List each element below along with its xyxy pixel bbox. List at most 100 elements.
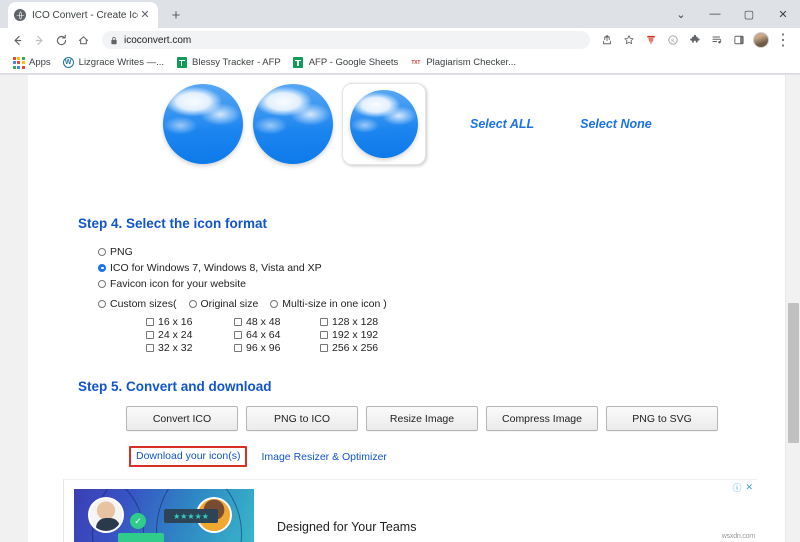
size-checkbox-96[interactable]: 96 x 96 — [234, 341, 320, 354]
url-text: icoconvert.com — [124, 34, 192, 46]
menu-icon[interactable]: ⋮ — [772, 29, 794, 51]
text-file-icon: TXT — [411, 59, 421, 66]
forward-icon[interactable] — [28, 29, 50, 51]
size-label: 24 x 24 — [158, 328, 193, 341]
close-icon[interactable]: ✕ — [138, 8, 152, 22]
lock-icon — [110, 36, 118, 45]
playlist-icon[interactable] — [706, 29, 728, 51]
checkbox-icon[interactable] — [234, 330, 242, 339]
size-checkbox-128[interactable]: 128 x 128 — [320, 315, 408, 328]
new-tab-button[interactable]: + — [164, 3, 188, 27]
size-label: 192 x 192 — [332, 328, 379, 341]
size-checkbox-grid: 16 x 16 48 x 48 128 x 128 24 x 24 64 x 6… — [146, 315, 408, 354]
radio-icon[interactable] — [98, 247, 106, 256]
size-checkbox-256[interactable]: 256 x 256 — [320, 341, 408, 354]
window-controls: ⌄ — ▢ ✕ — [664, 0, 800, 28]
download-your-icons-link[interactable]: Download your icon(s) — [136, 450, 240, 462]
check-icon: ✓ — [130, 513, 146, 529]
custom-size-radio-group: Custom sizes( Original size Multi-size i… — [98, 298, 390, 310]
scrollbar-thumb[interactable] — [788, 303, 799, 443]
checkbox-icon[interactable] — [234, 343, 242, 352]
share-icon[interactable] — [596, 29, 618, 51]
format-radio-group: PNG ICO for Windows 7, Windows 8, Vista … — [98, 244, 322, 292]
bookmark-label: Apps — [29, 57, 51, 68]
close-window-button[interactable]: ✕ — [766, 0, 800, 28]
multi-size-label: Multi-size in one icon ) — [282, 298, 387, 310]
select-all-link[interactable]: Select ALL — [470, 117, 534, 131]
format-option-ico[interactable]: ICO for Windows 7, Windows 8, Vista and … — [98, 260, 322, 275]
size-checkbox-192[interactable]: 192 x 192 — [320, 328, 408, 341]
icon-preview-2[interactable] — [248, 81, 338, 167]
extension-red-icon[interactable] — [640, 29, 662, 51]
tab-search-icon[interactable]: ⌄ — [664, 0, 698, 28]
convert-ico-button[interactable]: Convert ICO — [126, 406, 238, 431]
compress-image-button[interactable]: Compress Image — [486, 406, 598, 431]
radio-icon[interactable] — [270, 300, 279, 308]
home-icon[interactable] — [72, 29, 94, 51]
image-resizer-optimizer-link[interactable]: Image Resizer & Optimizer — [261, 451, 386, 463]
checkbox-icon[interactable] — [234, 317, 242, 326]
checkbox-icon[interactable] — [320, 317, 328, 326]
bookmark-lizgrace-writes[interactable]: W Lizgrace Writes —... — [57, 54, 170, 72]
page-scrollbar[interactable] — [785, 75, 800, 542]
action-button-row: Convert ICO PNG to ICO Resize Image Comp… — [126, 406, 718, 431]
bookmark-blessy-tracker[interactable]: Blessy Tracker - AFP — [170, 54, 287, 72]
ad-info-icon[interactable]: ⓘ — [732, 481, 741, 494]
watermark: wsxdn.com — [721, 533, 755, 540]
cloud-globe-image — [350, 90, 418, 158]
star-rating: ★★★★★ — [164, 509, 218, 523]
bookmark-apps[interactable]: Apps — [7, 54, 57, 72]
extensions-puzzle-icon[interactable] — [684, 29, 706, 51]
checkbox-icon[interactable] — [320, 330, 328, 339]
browser-tab[interactable]: ICO Convert - Create Icons From ✕ — [8, 2, 158, 28]
size-label: 16 x 16 — [158, 315, 193, 328]
format-option-png[interactable]: PNG — [98, 244, 322, 259]
radio-icon[interactable] — [98, 279, 106, 288]
png-to-ico-button[interactable]: PNG to ICO — [246, 406, 358, 431]
format-label: ICO for Windows 7, Windows 8, Vista and … — [110, 261, 322, 274]
checkbox-icon[interactable] — [146, 343, 154, 352]
extension-gray-icon[interactable]: K — [662, 29, 684, 51]
size-checkbox-48[interactable]: 48 x 48 — [234, 315, 320, 328]
size-checkbox-32[interactable]: 32 x 32 — [146, 341, 234, 354]
format-option-favicon[interactable]: Favicon icon for your website — [98, 276, 322, 291]
bookmark-plagiarism-checker[interactable]: TXT Plagiarism Checker... — [404, 54, 522, 72]
checkbox-icon[interactable] — [320, 343, 328, 352]
maximize-button[interactable]: ▢ — [732, 0, 766, 28]
bookmark-star-icon[interactable] — [618, 29, 640, 51]
bookmark-label: Blessy Tracker - AFP — [192, 57, 281, 68]
ad-close-icon[interactable]: ✕ — [745, 482, 753, 493]
sidepanel-icon[interactable] — [728, 29, 750, 51]
minimize-button[interactable]: — — [698, 0, 732, 28]
download-link-highlight: Download your icon(s) — [129, 446, 248, 467]
size-checkbox-16[interactable]: 16 x 16 — [146, 315, 234, 328]
radio-icon[interactable] — [98, 300, 106, 308]
radio-icon[interactable] — [188, 300, 197, 308]
icon-preview-1[interactable] — [158, 81, 248, 167]
apps-grid-icon — [12, 56, 25, 69]
size-checkbox-64[interactable]: 64 x 64 — [234, 328, 320, 341]
icon-preview-3[interactable] — [342, 83, 426, 165]
radio-icon-checked[interactable] — [98, 263, 106, 272]
bookmark-afp-google-sheets[interactable]: AFP - Google Sheets — [287, 54, 405, 72]
avatar[interactable] — [753, 32, 769, 48]
ad-chip — [118, 533, 164, 542]
reload-icon[interactable] — [50, 29, 72, 51]
advertisement[interactable]: ⓘ ✕ ✓ ★★★★★ Designed for Your Teams wsxd… — [63, 479, 757, 542]
size-label: 256 x 256 — [332, 341, 379, 354]
bookmarks-bar: Apps W Lizgrace Writes —... Blessy Track… — [0, 52, 800, 74]
cloud-globe-image — [163, 84, 243, 164]
png-to-svg-button[interactable]: PNG to SVG — [606, 406, 718, 431]
checkbox-icon[interactable] — [146, 330, 154, 339]
checkbox-icon[interactable] — [146, 317, 154, 326]
back-icon[interactable] — [6, 29, 28, 51]
download-link-row: Download your icon(s) Image Resizer & Op… — [129, 446, 387, 467]
original-size-label: Original size — [200, 298, 259, 310]
size-checkbox-24[interactable]: 24 x 24 — [146, 328, 234, 341]
tab-title: ICO Convert - Create Icons From — [32, 9, 138, 21]
address-bar[interactable]: icoconvert.com — [102, 31, 590, 49]
resize-image-button[interactable]: Resize Image — [366, 406, 478, 431]
size-label: 128 x 128 — [332, 315, 379, 328]
select-none-link[interactable]: Select None — [580, 117, 652, 131]
browser-toolbar: icoconvert.com K ⋮ — [0, 28, 800, 52]
